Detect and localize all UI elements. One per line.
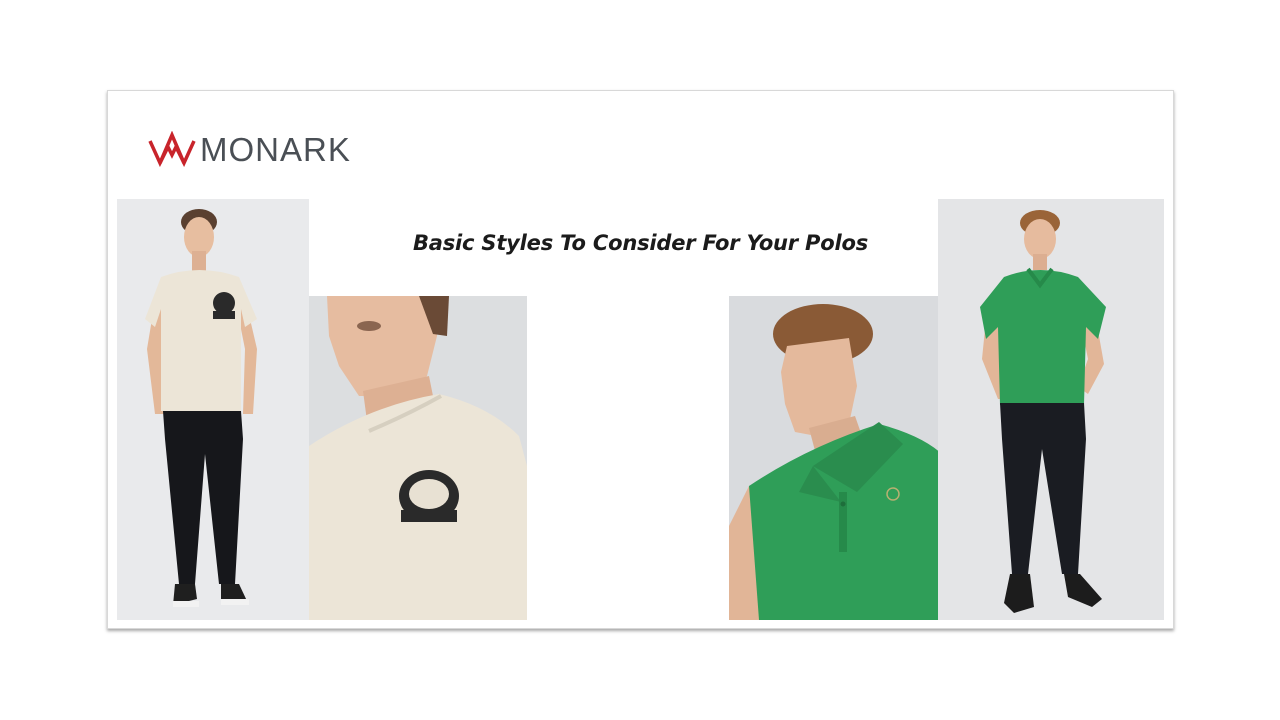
model-cream-tee-full-body-image (117, 199, 309, 620)
slide-headline: Basic Styles To Consider For Your Polos (412, 231, 869, 255)
model-green-polo-closeup-image (729, 296, 944, 620)
brand-logo[interactable]: MONARK (148, 129, 351, 169)
cream-tee-chest-print-closeup-image (309, 296, 527, 620)
model-green-polo-full-body-image (938, 199, 1164, 620)
crown-icon (148, 131, 196, 167)
brand-name: MONARK (200, 130, 351, 168)
slide-card: MONARK Basic Styles To Consider For Your… (107, 90, 1174, 629)
